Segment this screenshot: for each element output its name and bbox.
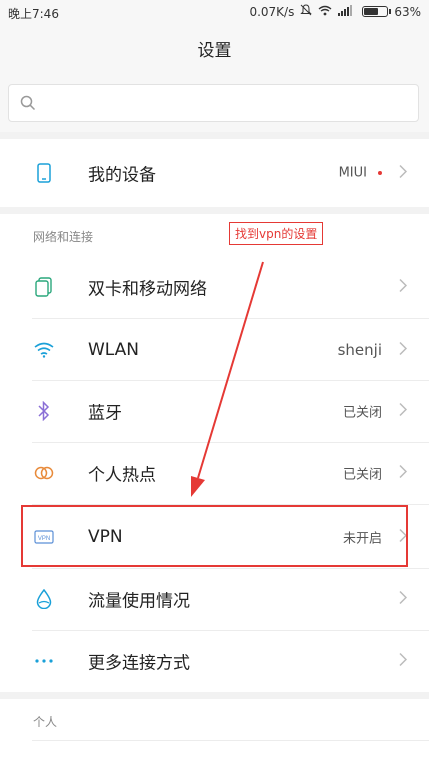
annotation-label: 找到vpn的设置: [229, 222, 324, 245]
annotation-arrow: [191, 261, 264, 497]
